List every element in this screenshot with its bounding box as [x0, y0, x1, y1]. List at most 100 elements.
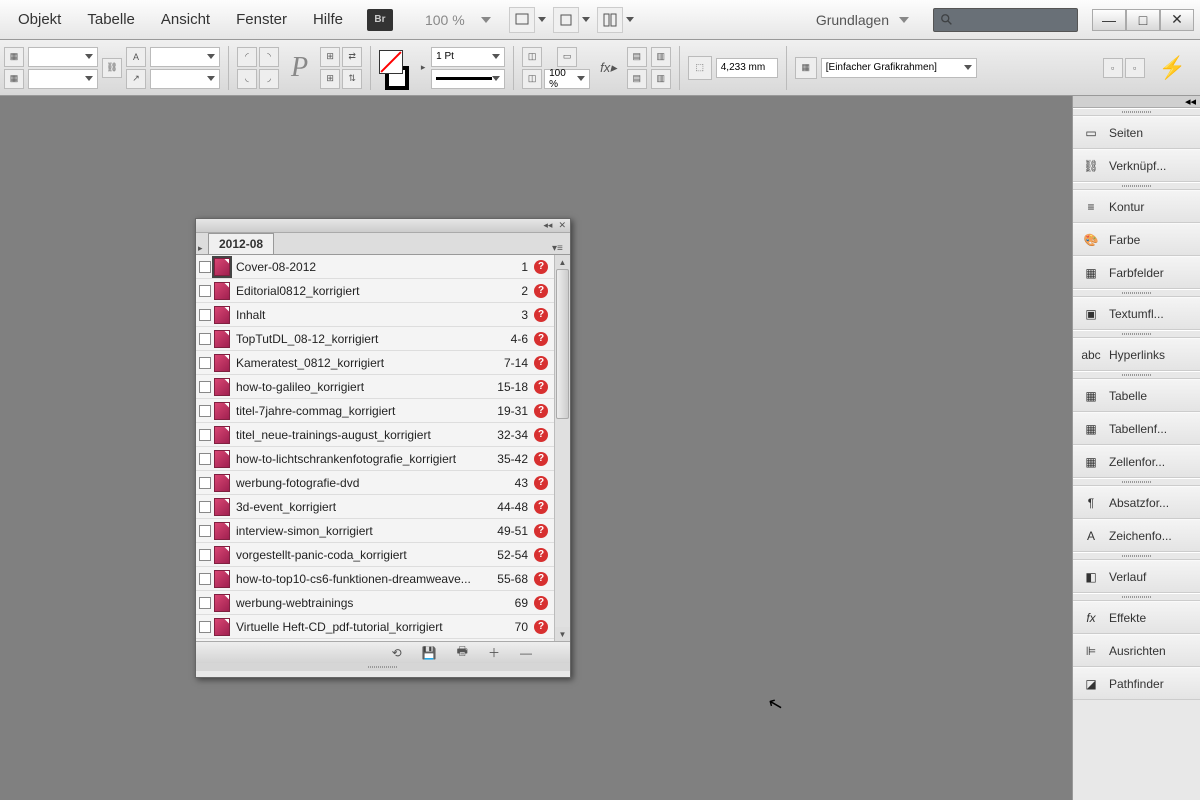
row-checkbox[interactable]: [196, 375, 214, 399]
dock-grip[interactable]: [1073, 108, 1200, 116]
dock-grip[interactable]: [1073, 330, 1200, 338]
menu-fenster[interactable]: Fenster: [224, 7, 299, 32]
panel-pathfinder[interactable]: ◪Pathfinder: [1073, 667, 1200, 700]
dock-grip[interactable]: [1073, 182, 1200, 190]
stroke-type-dropdown[interactable]: [431, 69, 505, 89]
remove-document-button[interactable]: —: [520, 646, 532, 660]
row-checkbox[interactable]: [196, 567, 214, 591]
swap-fill-stroke-icon[interactable]: ▸: [419, 46, 427, 90]
dock-grip[interactable]: [1073, 289, 1200, 297]
frame-fitting-icon[interactable]: ⬚: [688, 56, 712, 80]
scroll-thumb[interactable]: [556, 269, 569, 419]
row-checkbox[interactable]: [196, 351, 214, 375]
book-document-row[interactable]: vorgestellt-panic-coda_korrigiert52-54?: [196, 543, 554, 567]
book-document-row[interactable]: 3d-event_korrigiert44-48?: [196, 495, 554, 519]
menu-tabelle[interactable]: Tabelle: [75, 7, 147, 32]
menu-objekt[interactable]: Objekt: [6, 7, 73, 32]
font-dropdown[interactable]: [150, 47, 220, 67]
row-checkbox[interactable]: [196, 327, 214, 351]
book-document-row[interactable]: interview-simon_korrigiert49-51?: [196, 519, 554, 543]
book-document-row[interactable]: werbung-webtrainings69?: [196, 591, 554, 615]
panel-hyperlinks[interactable]: abcHyperlinks: [1073, 338, 1200, 371]
add-document-button[interactable]: ＋: [488, 644, 500, 661]
print-button[interactable]: 🖶: [457, 642, 468, 663]
panel-absatzformate[interactable]: ¶Absatzfor...: [1073, 486, 1200, 519]
formatting-icon[interactable]: A: [126, 47, 146, 67]
book-document-row[interactable]: TopTutDL_08-12_korrigiert4-6?: [196, 327, 554, 351]
corner-tl-icon[interactable]: ◜: [237, 47, 257, 67]
dock-grip[interactable]: [1073, 478, 1200, 486]
corner-tr-icon[interactable]: ◝: [259, 47, 279, 67]
panel-effekte[interactable]: fxEffekte: [1073, 601, 1200, 634]
menu-ansicht[interactable]: Ansicht: [149, 7, 222, 32]
row-checkbox[interactable]: [196, 519, 214, 543]
panel-toggle-icon[interactable]: ▸: [196, 243, 208, 254]
maximize-button[interactable]: □: [1126, 9, 1160, 31]
book-document-row[interactable]: how-to-lichtschrankenfotografie_korrigie…: [196, 447, 554, 471]
panel-ausrichten[interactable]: ⊫Ausrichten: [1073, 634, 1200, 667]
font-style-dropdown[interactable]: [150, 69, 220, 89]
save-button[interactable]: 💾: [422, 646, 437, 660]
arrange-documents-button[interactable]: [597, 7, 623, 33]
book-document-row[interactable]: werbung-fotografie-dvd43?: [196, 471, 554, 495]
fx-2-icon[interactable]: ◫: [522, 69, 542, 89]
help-search-input[interactable]: [933, 8, 1078, 32]
textwrap-2-icon[interactable]: ▤: [627, 69, 647, 89]
scroll-up-icon[interactable]: ▲: [555, 255, 570, 269]
paragraph-style-dropdown[interactable]: [28, 69, 98, 89]
row-checkbox[interactable]: [196, 255, 214, 279]
panel-farbfelder[interactable]: ▦Farbfelder: [1073, 256, 1200, 289]
row-checkbox[interactable]: [196, 591, 214, 615]
book-document-row[interactable]: Inhalt3?: [196, 303, 554, 327]
view-options-button[interactable]: [553, 7, 579, 33]
row-checkbox[interactable]: [196, 447, 214, 471]
zoom-dropdown-icon[interactable]: [481, 17, 491, 23]
opacity-dropdown[interactable]: 100 %: [544, 69, 590, 89]
dock-grip[interactable]: [1073, 552, 1200, 560]
link-icon[interactable]: ⛓: [102, 58, 122, 78]
panel-tabelle[interactable]: ▦Tabelle: [1073, 379, 1200, 412]
book-tab[interactable]: 2012-08: [208, 233, 274, 254]
close-button[interactable]: ✕: [1160, 9, 1194, 31]
panel-menu-icon[interactable]: ▾≡: [552, 243, 570, 254]
fx-1-icon[interactable]: ◫: [522, 47, 542, 67]
book-document-row[interactable]: Kameratest_0812_korrigiert7-14?: [196, 351, 554, 375]
panel-tabellenformate[interactable]: ▦Tabellenf...: [1073, 412, 1200, 445]
panel-verknuepfungen[interactable]: ⛓Verknüpf...: [1073, 149, 1200, 182]
row-checkbox[interactable]: [196, 279, 214, 303]
scroll-down-icon[interactable]: ▼: [555, 627, 570, 641]
panel-farbe[interactable]: 🎨Farbe: [1073, 223, 1200, 256]
menu-hilfe[interactable]: Hilfe: [301, 7, 355, 32]
fx-label-icon[interactable]: fx▸: [594, 60, 623, 76]
dock-grip[interactable]: [1073, 593, 1200, 601]
book-document-row[interactable]: titel_neue-trainings-august_korrigiert32…: [196, 423, 554, 447]
flip-h-icon[interactable]: ⇄: [342, 47, 362, 67]
workspace-switcher[interactable]: Grundlagen: [806, 8, 919, 32]
panel-verlauf[interactable]: ◧Verlauf: [1073, 560, 1200, 593]
bridge-button[interactable]: Br: [367, 9, 393, 31]
dock-grip[interactable]: [1073, 371, 1200, 379]
panel-zellenformate[interactable]: ▦Zellenfor...: [1073, 445, 1200, 478]
fill-stroke-swatch[interactable]: [379, 50, 415, 86]
zoom-level[interactable]: 100 %: [415, 8, 475, 32]
object-style-dropdown[interactable]: [Einfacher Grafikrahmen]: [821, 58, 977, 78]
row-checkbox[interactable]: [196, 495, 214, 519]
stroke-weight-dropdown[interactable]: 1 Pt: [431, 47, 505, 67]
panel-kontur[interactable]: ≡Kontur: [1073, 190, 1200, 223]
align-2-icon[interactable]: ⊞: [320, 69, 340, 89]
row-checkbox[interactable]: [196, 423, 214, 447]
book-document-row[interactable]: Editorial0812_korrigiert2?: [196, 279, 554, 303]
misc-2-icon[interactable]: ▫: [1125, 58, 1145, 78]
book-document-row[interactable]: how-to-top10-cs6-funktionen-dreamweave..…: [196, 567, 554, 591]
book-document-row[interactable]: Cover-08-20121?: [196, 255, 554, 279]
misc-1-icon[interactable]: ▫: [1103, 58, 1123, 78]
flip-v-icon[interactable]: ⇅: [342, 69, 362, 89]
dock-collapse-icon[interactable]: ◂◂: [1073, 96, 1200, 108]
textwrap-3-icon[interactable]: ▥: [651, 47, 671, 67]
object-icon[interactable]: ▦: [4, 47, 24, 67]
clear-formatting-icon[interactable]: ↗: [126, 69, 146, 89]
screen-mode-button[interactable]: [509, 7, 535, 33]
dimension-field[interactable]: 4,233 mm: [716, 58, 778, 78]
scrollbar[interactable]: ▲ ▼: [554, 255, 570, 641]
book-document-row[interactable]: how-to-galileo_korrigiert15-18?: [196, 375, 554, 399]
